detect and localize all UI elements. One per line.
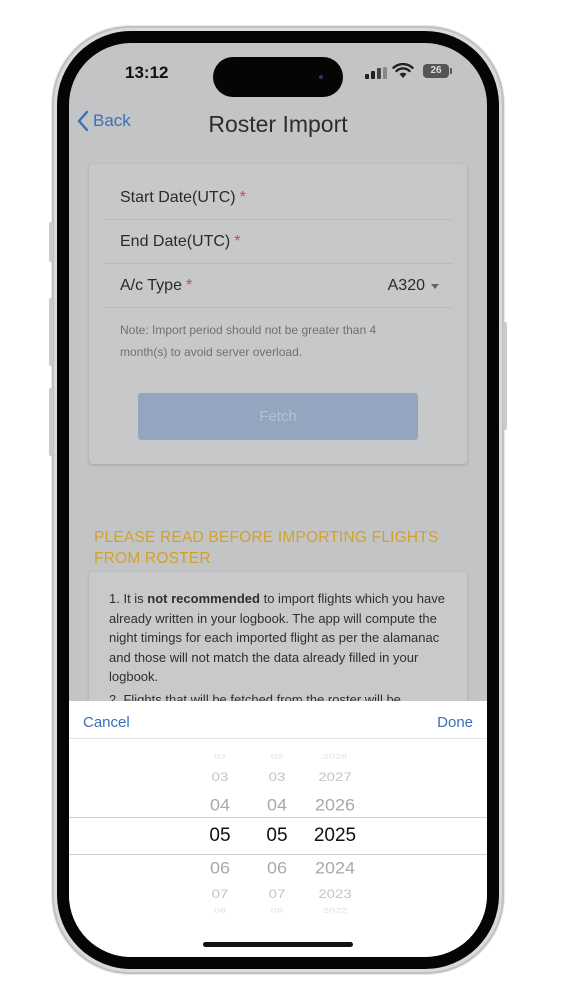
picker-option[interactable]: 05: [190, 825, 250, 847]
picker-option[interactable]: 02: [190, 754, 250, 761]
power-button: [503, 322, 507, 430]
picker-option[interactable]: 08: [247, 908, 307, 915]
picker-option[interactable]: 2023: [302, 888, 368, 902]
caret-down-icon: [431, 283, 439, 289]
cancel-button[interactable]: Cancel: [83, 714, 130, 731]
page-title: Roster Import: [208, 111, 348, 137]
warning-paragraph-1: 1. It is not recommended to import fligh…: [109, 589, 445, 687]
end-date-label: End Date(UTC): [120, 232, 231, 250]
date-picker-sheet: Cancel Done 02 03 04 05 06 07 08 02 03 04 05 06 07 0…: [69, 701, 487, 957]
picker-option[interactable]: 08: [190, 908, 250, 915]
volume-up-button: [49, 298, 53, 366]
fetch-button[interactable]: Fetch: [138, 393, 418, 440]
picker-option[interactable]: 06: [247, 859, 307, 878]
battery-icon: 26: [423, 64, 449, 78]
picker-option[interactable]: 05: [247, 825, 307, 847]
warning-emphasis: not recommended: [147, 591, 260, 606]
start-date-label: Start Date(UTC): [120, 188, 236, 206]
volume-down-button: [49, 388, 53, 456]
picker-option[interactable]: 04: [190, 796, 250, 815]
picker-option[interactable]: 02: [247, 754, 307, 761]
warning-card: 1. It is not recommended to import fligh…: [89, 572, 467, 712]
warning-title: PLEASE READ BEFORE IMPORTING FLIGHTS FRO…: [94, 529, 439, 567]
home-indicator: [203, 942, 353, 947]
actype-value: A320: [387, 277, 425, 294]
picker-option[interactable]: 06: [190, 859, 250, 878]
actype-label: A/c Type: [120, 276, 182, 294]
dynamic-island: [213, 57, 343, 97]
import-note: Note: Import period should not be greate…: [120, 323, 377, 359]
picker-option[interactable]: 03: [247, 771, 307, 785]
end-date-field[interactable]: End Date(UTC) *: [103, 220, 453, 264]
start-date-field[interactable]: Start Date(UTC) *: [103, 176, 453, 220]
screen: 13:12 26 Back Roster Import Start Date(U…: [69, 43, 487, 957]
picker-toolbar: Cancel Done: [69, 701, 487, 739]
signal-icon: [365, 67, 387, 79]
actype-select[interactable]: A320: [388, 277, 439, 295]
done-button[interactable]: Done: [437, 714, 473, 731]
required-mark: *: [234, 232, 241, 250]
roster-form-card: Start Date(UTC) * End Date(UTC) * A/c Ty…: [89, 164, 467, 464]
picker-option[interactable]: 2028: [302, 754, 368, 761]
wifi-icon: [392, 63, 414, 78]
action-button: [49, 222, 53, 262]
picker-option[interactable]: 2027: [302, 771, 368, 785]
picker-option[interactable]: 2022: [302, 908, 368, 915]
picker-option[interactable]: 2025: [302, 825, 368, 847]
warning-text: 1. It is: [109, 591, 148, 606]
picker-option[interactable]: 2026: [302, 796, 368, 815]
picker-option[interactable]: 03: [190, 771, 250, 785]
required-mark: *: [239, 188, 246, 206]
picker-option[interactable]: 2024: [302, 859, 368, 878]
status-time: 13:12: [125, 63, 169, 82]
picker-option[interactable]: 07: [190, 888, 250, 902]
picker-option[interactable]: 07: [247, 888, 307, 902]
picker-option[interactable]: 04: [247, 796, 307, 815]
actype-field[interactable]: A/c Type * A320: [103, 264, 453, 308]
required-mark: *: [185, 276, 193, 294]
battery-cap: [450, 68, 452, 74]
